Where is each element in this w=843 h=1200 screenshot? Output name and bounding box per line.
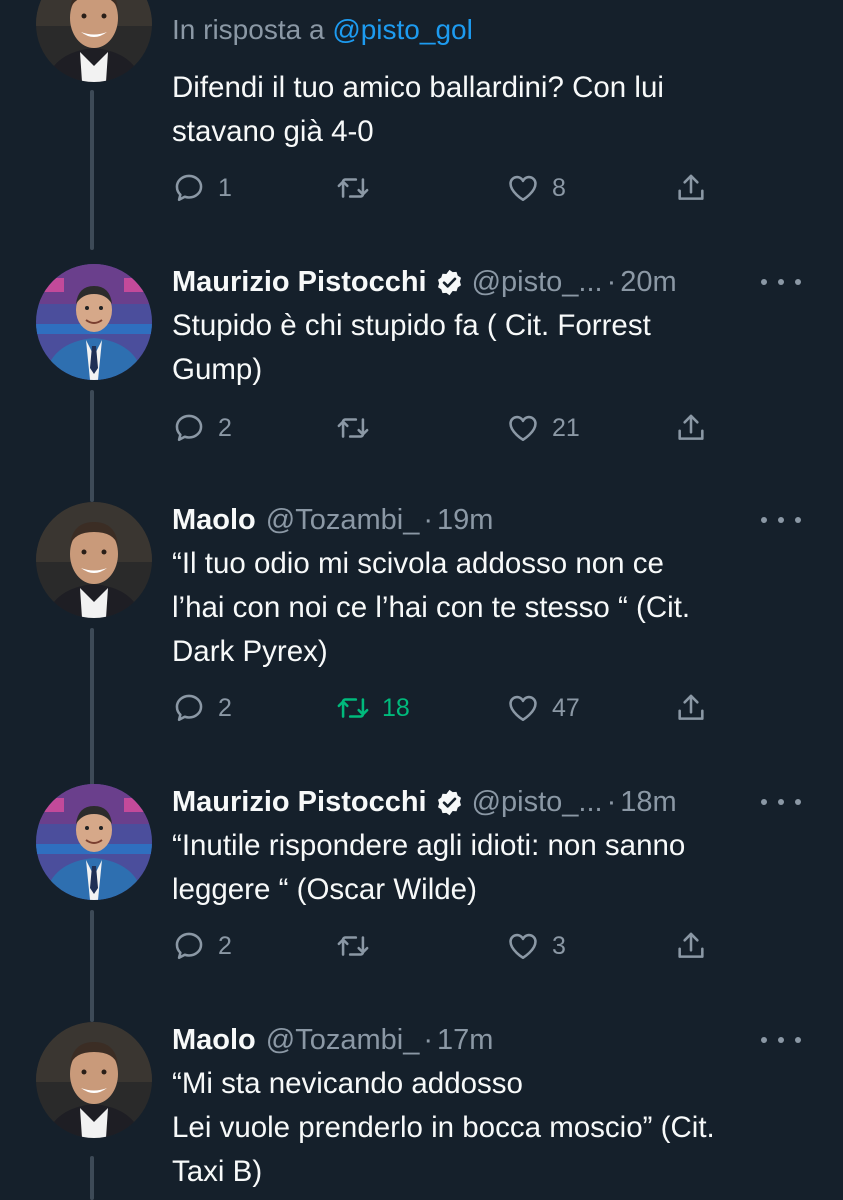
share-button[interactable] [674, 688, 708, 728]
separator: · [423, 1023, 434, 1056]
like-count: 47 [552, 693, 580, 722]
avatar[interactable] [36, 784, 152, 900]
display-name[interactable]: Maolo [172, 1024, 256, 1057]
username[interactable]: @Tozambi_ [266, 504, 420, 537]
tweet[interactable]: Maurizio Pistocchi @pisto_... · 18m “Inu… [0, 782, 843, 1022]
reply-count: 2 [218, 931, 232, 960]
separator: · [606, 265, 617, 298]
display-name[interactable]: Maurizio Pistocchi [172, 266, 427, 299]
reply-to-label: In risposta a [172, 14, 333, 45]
retweet-icon [336, 691, 370, 725]
like-count: 8 [552, 173, 566, 202]
like-icon [506, 411, 540, 445]
thread-line [90, 90, 94, 250]
username[interactable]: @pisto_... [472, 786, 603, 819]
username[interactable]: @pisto_... [472, 266, 603, 299]
display-name[interactable]: Maolo [172, 504, 256, 537]
more-icon[interactable] [761, 792, 801, 812]
more-icon[interactable] [761, 272, 801, 292]
share-icon [674, 411, 708, 445]
retweet-button[interactable]: 18 [336, 688, 410, 728]
tweet-text: Stupido è chi stupido fa ( Cit. Forrest … [172, 309, 651, 386]
reply-button[interactable]: 1 [172, 168, 232, 208]
retweet-icon [336, 171, 370, 205]
tweet-header: Maolo @Tozambi_ · 17m [172, 1020, 823, 1060]
tweet[interactable]: Maolo @Tozambi_ · 17m “Mi sta nevicando … [0, 1020, 843, 1200]
reply-context: In risposta a @pisto_gol [172, 14, 473, 46]
avatar[interactable] [36, 264, 152, 380]
share-icon [674, 691, 708, 725]
retweet-button[interactable] [336, 408, 370, 448]
retweet-icon [336, 929, 370, 963]
reply-button[interactable]: 2 [172, 688, 232, 728]
username[interactable]: @Tozambi_ [266, 1024, 420, 1057]
thread-line [90, 628, 94, 788]
like-count: 21 [552, 413, 580, 442]
tweet-text: “Il tuo odio mi scivola addosso non ce l… [172, 547, 691, 668]
like-icon [506, 929, 540, 963]
reply-count: 2 [218, 693, 232, 722]
like-count: 3 [552, 931, 566, 960]
timestamp[interactable]: 19m [437, 504, 493, 537]
verified-badge-icon [435, 268, 464, 297]
tweet-header: Maurizio Pistocchi @pisto_... · 18m [172, 782, 823, 822]
reply-icon [172, 411, 206, 445]
retweet-button[interactable] [336, 926, 370, 966]
separator: · [606, 785, 617, 818]
timestamp[interactable]: 17m [437, 1024, 493, 1057]
tweet-actions: 2 18 47 [172, 688, 732, 728]
tweet-header: Maolo @Tozambi_ · 19m [172, 500, 823, 540]
reply-button[interactable]: 2 [172, 408, 232, 448]
like-button[interactable]: 3 [506, 926, 566, 966]
reply-count: 2 [218, 413, 232, 442]
thread-line [90, 390, 94, 502]
retweet-icon [336, 411, 370, 445]
avatar[interactable] [36, 502, 152, 618]
tweet-text: “Mi sta nevicando addosso Lei vuole pren… [172, 1067, 715, 1188]
timestamp[interactable]: 20m [620, 266, 676, 299]
more-icon[interactable] [761, 1030, 801, 1050]
share-button[interactable] [674, 926, 708, 966]
like-button[interactable]: 8 [506, 168, 566, 208]
avatar[interactable] [36, 1022, 152, 1138]
tweet-actions: 1 8 [172, 168, 732, 208]
retweet-button[interactable] [336, 168, 370, 208]
reply-icon [172, 929, 206, 963]
share-button[interactable] [674, 168, 708, 208]
tweet[interactable]: Maurizio Pistocchi @pisto_... · 20m Stup… [0, 262, 843, 502]
like-button[interactable]: 47 [506, 688, 580, 728]
tweet-text: Difendi il tuo amico ballardini? Con lui… [172, 71, 664, 148]
reply-icon [172, 691, 206, 725]
tweet[interactable]: In risposta a @pisto_gol Difendi il tuo … [0, 0, 843, 250]
more-icon[interactable] [761, 510, 801, 530]
thread-line [90, 910, 94, 1022]
reply-icon [172, 171, 206, 205]
like-icon [506, 691, 540, 725]
timestamp[interactable]: 18m [620, 786, 676, 819]
tweet-actions: 2 21 [172, 408, 732, 448]
like-button[interactable]: 21 [506, 408, 580, 448]
tweet[interactable]: Maolo @Tozambi_ · 19m “Il tuo odio mi sc… [0, 500, 843, 788]
retweet-count: 18 [382, 693, 410, 722]
display-name[interactable]: Maurizio Pistocchi [172, 786, 427, 819]
tweet-actions: 2 3 [172, 926, 732, 966]
share-button[interactable] [674, 408, 708, 448]
thread-line [90, 1156, 94, 1200]
share-icon [674, 929, 708, 963]
verified-badge-icon [435, 788, 464, 817]
like-icon [506, 171, 540, 205]
separator: · [423, 503, 434, 536]
conversation-thread: In risposta a @pisto_gol Difendi il tuo … [0, 0, 843, 1200]
tweet-header: Maurizio Pistocchi @pisto_... · 20m [172, 262, 823, 302]
tweet-text: “Inutile rispondere agli idioti: non san… [172, 829, 686, 906]
reply-count: 1 [218, 173, 232, 202]
avatar[interactable] [36, 0, 152, 82]
share-icon [674, 171, 708, 205]
reply-button[interactable]: 2 [172, 926, 232, 966]
reply-to-handle[interactable]: @pisto_gol [332, 14, 473, 45]
